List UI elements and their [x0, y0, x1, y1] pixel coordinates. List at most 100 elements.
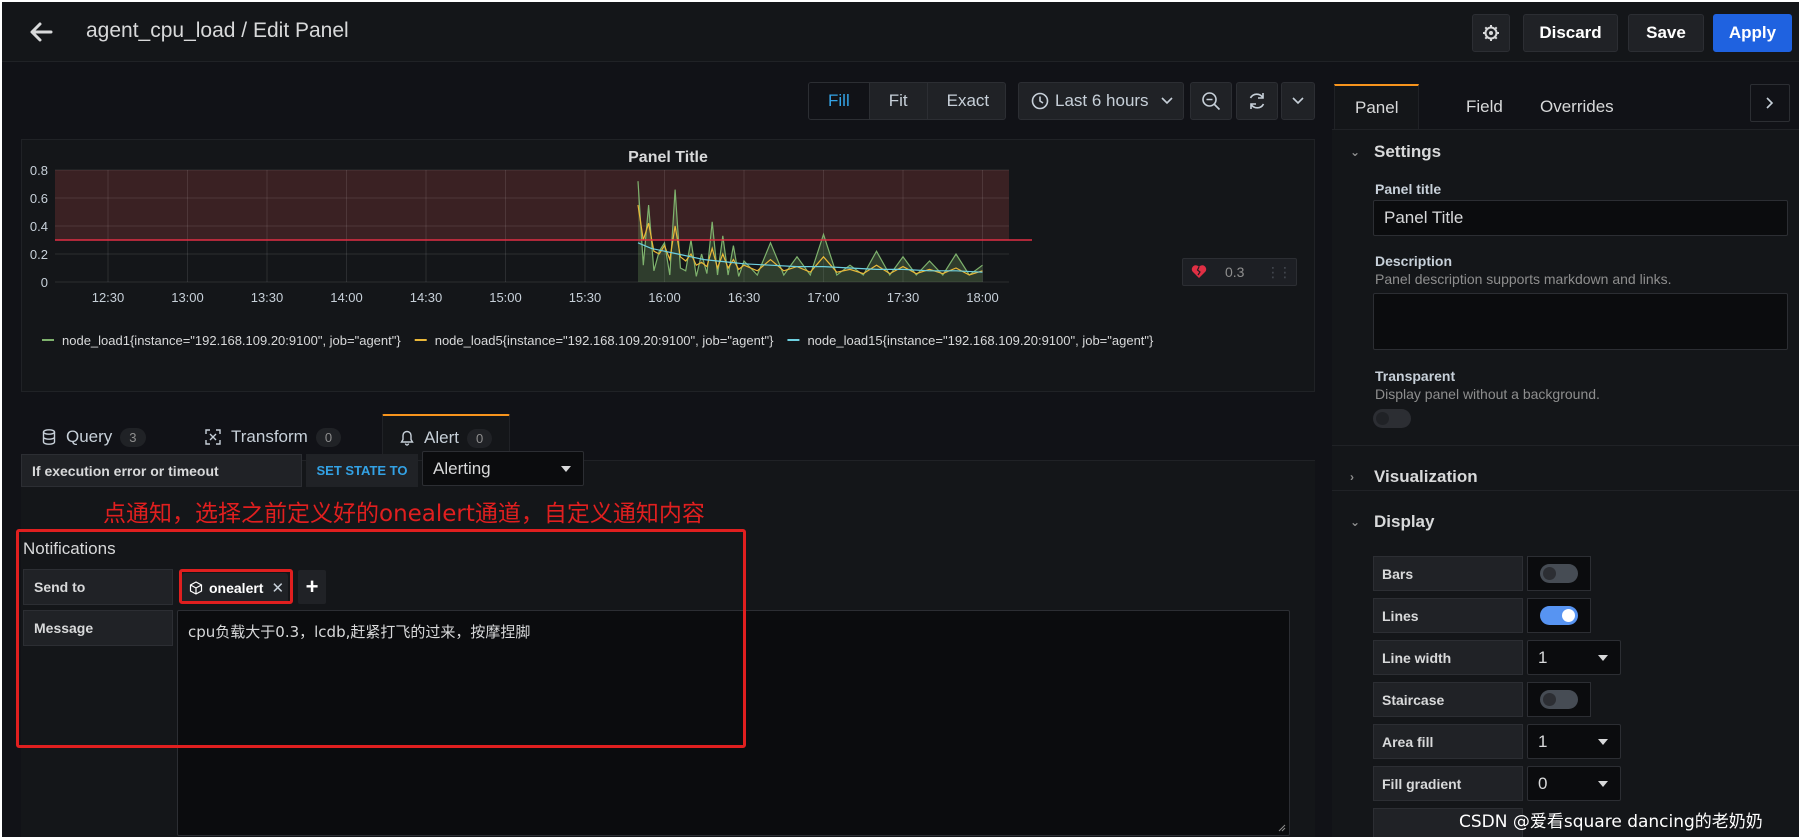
discard-button[interactable]: Discard [1523, 14, 1618, 52]
chevron-right-icon [1766, 97, 1774, 109]
apply-button[interactable]: Apply [1713, 14, 1792, 52]
caret-down-icon [561, 465, 571, 472]
error-state-label: If execution error or timeout [21, 454, 302, 487]
refresh-interval-dropdown[interactable] [1281, 82, 1315, 120]
display-section-title: Display [1374, 512, 1435, 531]
lines-control [1527, 598, 1591, 633]
legend-item: node_load5{instance="192.168.109.20:9100… [435, 333, 774, 348]
tab-overrides[interactable]: Overrides [1540, 84, 1614, 129]
fill-gradient-value: 0 [1538, 773, 1548, 793]
threshold-region [55, 170, 1009, 240]
x-tick-label: 16:30 [728, 290, 761, 305]
staircase-label: Staircase [1373, 682, 1523, 717]
drag-handle-icon: ⋮⋮ [1266, 263, 1292, 280]
x-tick-label: 17:30 [887, 290, 920, 305]
resize-handle-icon[interactable] [1278, 824, 1286, 832]
lines-label: Lines [1373, 598, 1523, 633]
fill-gradient-label: Fill gradient [1373, 766, 1523, 801]
fill-gradient-select[interactable]: 0 [1527, 766, 1621, 801]
view-mode-fill[interactable]: Fill [809, 83, 870, 119]
graph-chart: 0.8 0.6 0.4 0.2 0 12:30 13:00 13:30 14:00 14:30 15… [30, 163, 1154, 348]
set-state-label: SET STATE TO [306, 454, 418, 487]
area-fill-label: Area fill [1373, 724, 1523, 759]
legend-item: node_load1{instance="192.168.109.20:9100… [62, 333, 401, 348]
section-divider [1332, 490, 1799, 491]
panel-preview: Panel Title 0.8 0.6 0.4 0.2 0 12:30 13:00 13:30… [21, 139, 1315, 392]
options-body: ⌄ Settings Panel title Panel Title Descr… [1332, 129, 1799, 837]
caret-down-icon [1598, 780, 1608, 787]
edit-panel-app: agent_cpu_load / Edit Panel Discard Save… [2, 2, 1799, 837]
x-tick-label: 18:00 [966, 290, 999, 305]
collapse-pane-button[interactable] [1750, 84, 1790, 122]
clock-icon [1031, 92, 1049, 110]
annotation-highlight-channel [179, 569, 293, 604]
toggle-knob [1543, 693, 1556, 706]
options-pane: Panel Field Overrides ⌄ Settings Panel t… [1332, 62, 1799, 837]
transparent-toggle[interactable] [1373, 409, 1411, 428]
tab-field[interactable]: Field [1466, 84, 1503, 129]
save-button[interactable]: Save [1628, 14, 1704, 52]
panel-title-label: Panel title [1375, 181, 1442, 197]
panel-title-value: Panel Title [1384, 208, 1464, 227]
section-divider [1332, 445, 1799, 446]
heart-break-icon [1191, 265, 1207, 278]
refresh-button[interactable] [1236, 82, 1278, 120]
refresh-icon [1249, 93, 1265, 109]
description-textarea[interactable] [1373, 293, 1788, 350]
chevron-down-icon: ⌄ [1350, 145, 1361, 159]
panel-title-input[interactable]: Panel Title [1373, 200, 1788, 236]
staircase-toggle[interactable] [1540, 690, 1578, 709]
time-picker[interactable]: Last 6 hours [1018, 82, 1184, 120]
bars-control [1527, 556, 1591, 591]
transparent-help: Display panel without a background. [1375, 386, 1600, 402]
x-tick-label: 13:00 [171, 290, 204, 305]
time-range-label: Last 6 hours [1055, 91, 1149, 110]
settings-button[interactable] [1472, 14, 1510, 52]
page-title: agent_cpu_load / Edit Panel [86, 19, 349, 42]
threshold-handle[interactable]: 0.3 ⋮⋮ [1182, 258, 1297, 286]
settings-section-header[interactable]: ⌄ Settings [1350, 142, 1441, 162]
y-tick-label: 0.2 [30, 247, 48, 262]
chevron-down-icon [1160, 97, 1173, 105]
watermark: CSDN @爱看square dancing的老奶奶 [1459, 812, 1763, 832]
y-tick-label: 0.4 [30, 219, 48, 234]
caret-down-icon [1598, 738, 1608, 745]
annotation-text: 点通知，选择之前定义好的onealert通道，自定义通知内容 [103, 501, 705, 527]
x-tick-label: 14:00 [330, 290, 363, 305]
bell-icon [400, 430, 414, 446]
settings-section-title: Settings [1374, 142, 1442, 161]
area-fill-select[interactable]: 1 [1527, 724, 1621, 759]
view-mode-fit[interactable]: Fit [870, 83, 928, 119]
visualization-section-header[interactable]: › Visualization [1350, 467, 1478, 487]
back-button[interactable] [22, 14, 60, 50]
chevron-down-icon: ⌄ [1350, 515, 1361, 529]
gear-icon [1483, 25, 1499, 41]
line-width-select[interactable]: 1 [1527, 640, 1621, 675]
lines-toggle[interactable] [1540, 606, 1578, 625]
annotation-highlight-notifications [16, 529, 746, 748]
zoom-out-icon [1202, 92, 1221, 111]
tab-transform-label: Transform [231, 427, 308, 446]
x-tick-label: 15:30 [569, 290, 602, 305]
y-tick-label: 0.6 [30, 191, 48, 206]
staircase-control [1527, 682, 1591, 717]
line-width-label: Line width [1373, 640, 1523, 675]
display-section-header[interactable]: ⌄ Display [1350, 512, 1434, 532]
view-mode-exact[interactable]: Exact [928, 83, 1005, 119]
x-tick-label: 17:00 [807, 290, 840, 305]
bars-toggle[interactable] [1540, 564, 1578, 583]
tab-query-count: 3 [120, 427, 146, 447]
tab-transform-count: 0 [315, 427, 342, 447]
caret-down-icon [1598, 654, 1608, 661]
transparent-label: Transparent [1375, 368, 1456, 384]
error-state-value: Alerting [433, 458, 491, 478]
view-mode-group: Fill Fit Exact [808, 82, 1006, 120]
zoom-out-button[interactable] [1190, 82, 1232, 120]
area-fill-value: 1 [1538, 731, 1548, 751]
database-icon [42, 429, 56, 445]
tab-panel[interactable]: Panel [1334, 84, 1420, 129]
legend-item: node_load15{instance="192.168.109.20:910… [807, 333, 1154, 348]
toggle-knob [1376, 412, 1389, 425]
error-state-select[interactable]: Alerting [422, 451, 584, 486]
description-label: Description [1375, 253, 1453, 269]
